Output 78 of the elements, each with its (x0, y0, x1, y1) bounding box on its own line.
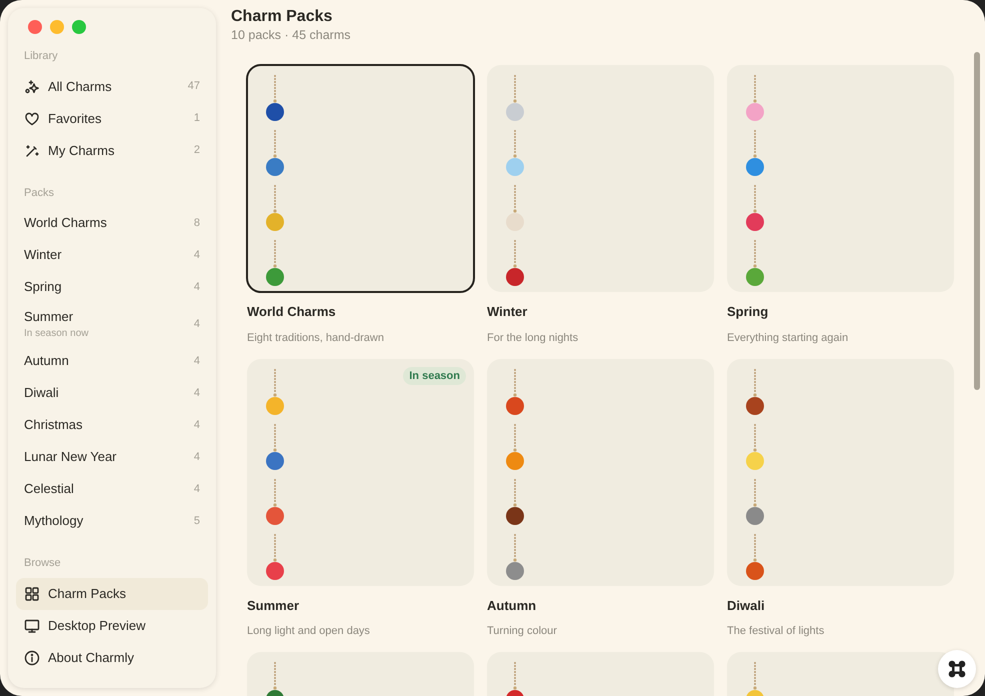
item-count: 8 (194, 216, 200, 231)
sidebar-item[interactable]: Favorites 1 (16, 102, 208, 134)
item-count: 4 (194, 316, 200, 332)
item-label: Spring (24, 279, 62, 294)
item-label: My Charms (48, 142, 114, 158)
page-subtitle: 10 packs · 45 charms (231, 26, 352, 44)
item-label: Celestial (24, 481, 74, 496)
item-label: Lunar New Year (24, 449, 117, 464)
item-label: Desktop Preview (48, 618, 146, 633)
item-count: 4 (194, 482, 200, 497)
close-button[interactable] (28, 20, 42, 34)
pack-card[interactable]: In season (247, 358, 474, 586)
item-count: 5 (194, 514, 200, 529)
item-label: Favorites (48, 110, 102, 126)
section-heading: Browse (23, 556, 62, 571)
item-label: Christmas (24, 417, 83, 432)
sidebar-item[interactable]: Mythology 5 (16, 505, 208, 537)
sidebar-item[interactable]: Celestial 4 (16, 473, 208, 505)
item-count: 4 (194, 280, 200, 295)
item-count: 2 (194, 143, 200, 158)
pack-description: The festival of lights (727, 624, 826, 640)
grid-icon (24, 586, 40, 602)
sidebar-item[interactable]: About Charmly (16, 642, 208, 674)
shortcut-button[interactable] (938, 650, 976, 688)
item-label: Mythology (24, 513, 84, 528)
sidebar-item[interactable]: Autumn 4 (16, 345, 208, 377)
item-subtitle: In season now (24, 327, 88, 342)
item-label: Winter (24, 247, 62, 262)
section-heading: Library (23, 49, 59, 64)
sidebar-item[interactable]: World Charms 8 (16, 207, 208, 239)
sidebar-item[interactable]: Diwali 4 (16, 377, 208, 409)
item-count: 1 (194, 111, 200, 126)
sidebar-item[interactable]: Spring 4 (16, 271, 208, 303)
item-label: All Charms (48, 78, 112, 94)
sidebar-item[interactable]: Winter 4 (16, 239, 208, 271)
section-heading: Packs (23, 186, 55, 200)
item-count: 4 (194, 354, 200, 369)
sidebar-item[interactable]: Christmas 4 (16, 409, 208, 441)
sidebar-item[interactable]: All Charms 47 (16, 70, 208, 102)
item-count: 4 (194, 418, 200, 433)
item-label: Autumn (24, 353, 69, 368)
item-count: 4 (194, 248, 200, 263)
minimize-button[interactable] (50, 20, 64, 34)
sparkles-icon (24, 78, 40, 94)
pack-description: Everything starting again (727, 330, 850, 346)
monitor-icon (24, 618, 40, 634)
item-label: About Charmly (48, 650, 134, 665)
pack-title: Summer (247, 596, 300, 615)
sidebar-item[interactable]: Summer In season now 4 (16, 303, 208, 345)
item-label: Diwali (24, 385, 59, 400)
item-count: 4 (194, 386, 200, 401)
sidebar-item[interactable]: Lunar New Year 4 (16, 441, 208, 473)
season-badge: In season (403, 366, 466, 386)
page-title: Charm Packs (231, 8, 334, 26)
pack-title: Autumn (487, 596, 538, 615)
pack-description: Eight traditions, hand-drawn (247, 330, 385, 346)
sidebar-item[interactable]: My Charms 2 (16, 134, 208, 166)
info-icon (24, 650, 40, 666)
pack-title: World Charms (247, 303, 337, 322)
pack-description: For the long nights (487, 330, 580, 346)
zoom-button[interactable] (72, 20, 86, 34)
sidebar-item[interactable]: Charm Packs (16, 578, 208, 610)
item-label: World Charms (24, 215, 107, 230)
item-label: Summer (24, 308, 74, 324)
item-label: Charm Packs (48, 586, 126, 601)
item-count: 47 (188, 79, 200, 94)
pack-card[interactable] (247, 65, 474, 292)
pack-description: Long light and open days (247, 624, 371, 640)
four-dots-icon (948, 660, 966, 678)
pack-title: Spring (727, 303, 770, 322)
item-count: 4 (194, 450, 200, 465)
heart-icon (24, 110, 40, 126)
pack-description: Turning colour (487, 624, 558, 640)
scrollbar[interactable] (974, 52, 980, 390)
pack-title: Winter (487, 303, 528, 322)
pack-title: Diwali (727, 596, 766, 615)
sidebar-item[interactable]: Desktop Preview (16, 610, 208, 642)
magic-wand-icon (24, 142, 40, 158)
